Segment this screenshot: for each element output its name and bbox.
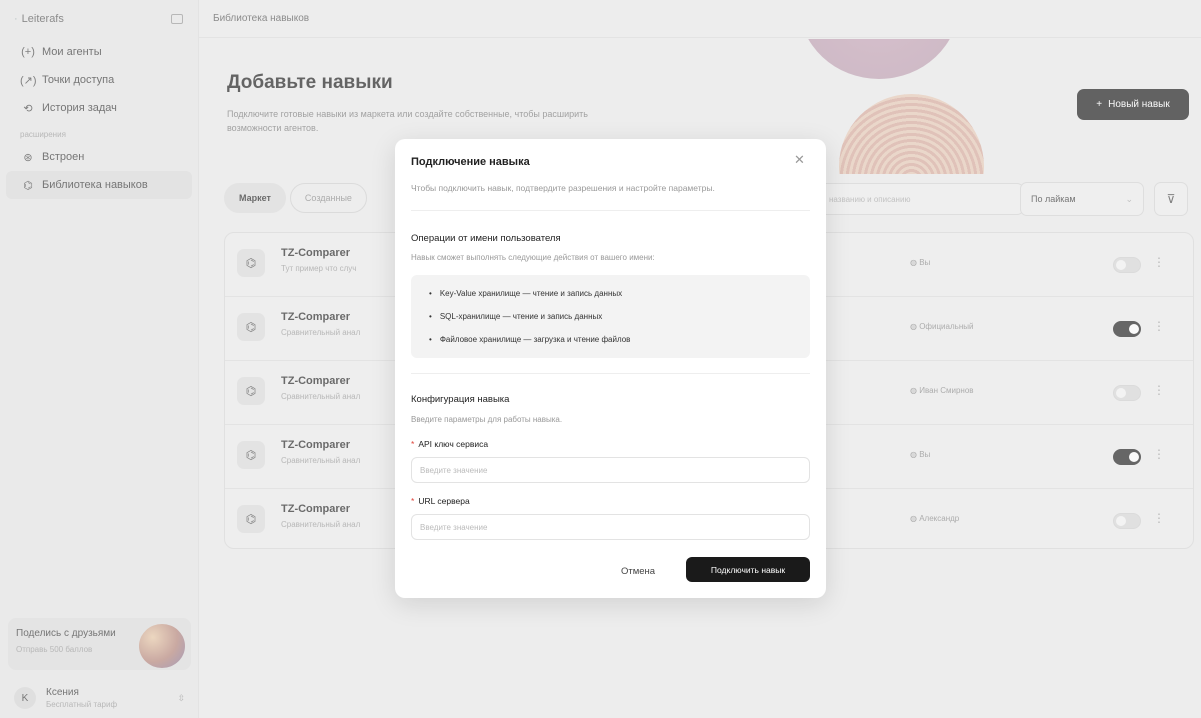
api-key-label: * API ключ сервиса <box>411 439 488 449</box>
list-item: • Файловое хранилище — загрузка и чтение … <box>429 328 810 351</box>
config-subtitle: Введите параметры для работы навыка. <box>411 415 563 424</box>
api-key-field[interactable]: Введите значение <box>411 457 810 483</box>
divider <box>411 373 810 374</box>
required-mark: * <box>411 439 415 449</box>
close-icon[interactable]: ✕ <box>794 152 805 168</box>
server-url-label: * URL сервера <box>411 496 470 506</box>
divider <box>411 210 810 211</box>
api-key-label-text: API ключ сервиса <box>418 439 489 449</box>
dialog-title: Подключение навыка <box>411 156 530 168</box>
server-url-field[interactable]: Введите значение <box>411 514 810 540</box>
permissions-subtitle: Навык сможет выполнять следующие действи… <box>411 253 655 262</box>
required-mark: * <box>411 496 415 506</box>
dialog-subtitle: Чтобы подключить навык, подтвердите разр… <box>411 183 715 193</box>
connect-skill-button[interactable]: Подключить навык <box>686 557 810 582</box>
config-title: Конфигурация навыка <box>411 394 510 405</box>
cancel-button[interactable]: Отмена <box>621 566 655 577</box>
permission-text: SQL-хранилище — чтение и запись данных <box>439 312 603 321</box>
connect-skill-dialog: Подключение навыка ✕ Чтобы подключить на… <box>395 139 826 598</box>
bullet-icon: • <box>429 312 432 321</box>
permission-text: Файловое хранилище — загрузка и чтение ф… <box>439 335 631 344</box>
bullet-icon: • <box>429 289 432 298</box>
list-item: • SQL-хранилище — чтение и запись данных <box>429 305 810 328</box>
server-url-label-text: URL сервера <box>418 496 470 506</box>
list-item: • Key-Value хранилище — чтение и запись д… <box>429 282 810 305</box>
bullet-icon: • <box>429 335 432 344</box>
permissions-title: Операции от имени пользователя <box>411 233 561 244</box>
permission-text: Key-Value хранилище — чтение и запись да… <box>439 289 623 298</box>
permissions-list: • Key-Value хранилище — чтение и запись д… <box>411 275 810 358</box>
